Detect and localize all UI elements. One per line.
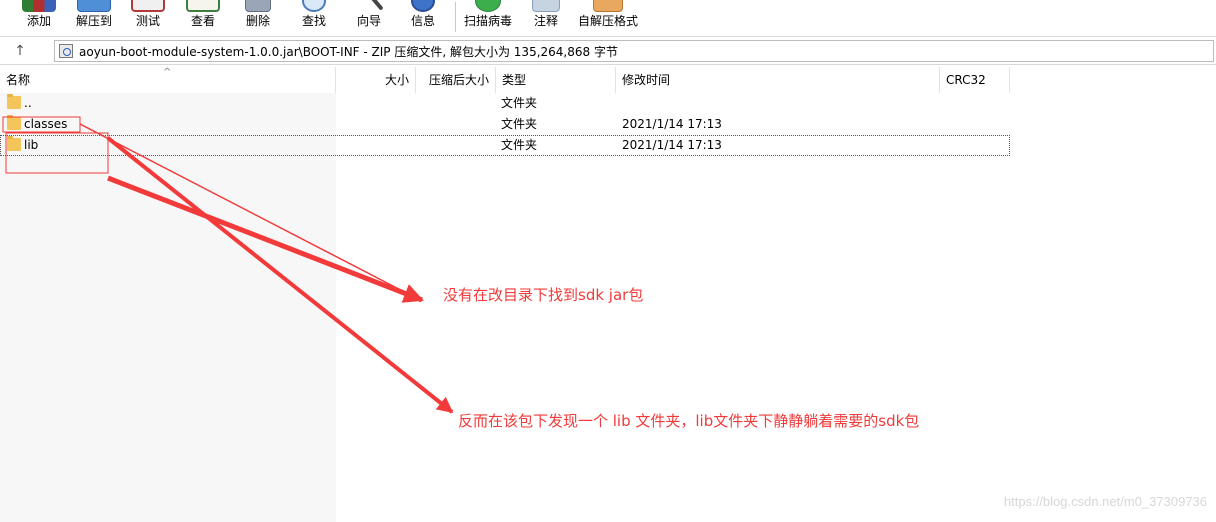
column-crc[interactable]: CRC32 [940, 67, 1010, 93]
column-size-label: 大小 [384, 73, 409, 87]
column-name[interactable]: 名称 ^ [0, 67, 336, 93]
find-button[interactable]: 查找 [296, 0, 332, 34]
test-button-label: 测试 [135, 14, 160, 28]
view-book-icon [186, 0, 220, 12]
info-button-label: 信息 [410, 14, 435, 28]
file-modified: 2021/1/14 17:13 [622, 117, 722, 131]
sort-ascending-icon: ^ [163, 67, 172, 78]
sfx-button-label: 自解压格式 [577, 14, 638, 28]
file-name: classes [24, 117, 68, 131]
watermark: https://blog.csdn.net/m0_37309736 [1003, 494, 1207, 509]
sfx-box-icon [593, 0, 623, 12]
address-bar: ↑ aoyun-boot-module-system-1.0.0.jar\BOO… [0, 36, 1216, 65]
test-icon [131, 0, 165, 12]
add-button-label: 添加 [26, 14, 51, 28]
find-button-label: 查找 [301, 14, 326, 28]
file-type: 文件夹 [501, 138, 538, 152]
sfx-button[interactable]: 自解压格式 [576, 0, 640, 34]
comment-button-label: 注释 [533, 14, 558, 28]
annotation-note-1: 没有在改目录下找到sdk jar包 [443, 286, 644, 304]
address-field[interactable]: aoyun-boot-module-system-1.0.0.jar\BOOT-… [54, 40, 1214, 62]
wizard-button[interactable]: 向导 [350, 0, 388, 34]
column-modified-label: 修改时间 [622, 73, 671, 87]
folder-icon [7, 94, 21, 109]
delete-button-label: 删除 [245, 14, 270, 28]
delete-icon [245, 0, 271, 12]
extract-to-button[interactable]: 解压到 [72, 0, 116, 34]
file-row-lib[interactable]: lib 文件夹 2021/1/14 17:13 [0, 135, 1010, 156]
column-crc-label: CRC32 [946, 73, 986, 87]
test-button[interactable]: 测试 [130, 0, 166, 34]
virus-scan-icon [475, 0, 501, 12]
column-size[interactable]: 大小 [336, 67, 416, 93]
find-magnifier-icon [302, 0, 326, 12]
column-packed-size[interactable]: 压缩后大小 [416, 67, 496, 93]
info-button[interactable]: 信息 [404, 0, 442, 34]
up-folder-button[interactable]: ↑ [8, 40, 32, 62]
folder-icon [7, 136, 21, 151]
column-name-label: 名称 [6, 73, 31, 87]
archive-file-icon [59, 44, 73, 58]
info-icon [411, 0, 435, 12]
file-name: .. [24, 96, 32, 110]
add-archive-icon [22, 0, 56, 12]
file-type: 文件夹 [501, 96, 538, 110]
up-arrow-icon: ↑ [14, 43, 26, 59]
comment-button[interactable]: 注释 [528, 0, 564, 34]
folder-icon [7, 115, 21, 130]
file-row-parent[interactable]: .. 文件夹 [0, 93, 1010, 114]
extract-to-button-label: 解压到 [75, 14, 112, 28]
add-button[interactable]: 添加 [20, 0, 58, 34]
address-path: aoyun-boot-module-system-1.0.0.jar\BOOT-… [79, 45, 618, 59]
delete-button[interactable]: 删除 [240, 0, 276, 34]
annotation-note-2: 反而在该包下发现一个 lib 文件夹，lib文件夹下静静躺着需要的sdk包 [458, 412, 920, 430]
virus-scan-button[interactable]: 扫描病毒 [462, 0, 514, 34]
view-button[interactable]: 查看 [184, 0, 222, 34]
comment-icon [532, 0, 560, 12]
file-name: lib [24, 138, 39, 152]
toolbar-separator [455, 2, 456, 32]
view-button-label: 查看 [190, 14, 215, 28]
column-type-label: 类型 [502, 73, 527, 87]
toolbar: 添加 解压到 测试 查看 删除 查找 向导 信息 扫描病毒 注释 自解压格式 [0, 0, 1216, 34]
file-modified: 2021/1/14 17:13 [622, 138, 722, 152]
wizard-button-label: 向导 [356, 14, 381, 28]
file-row-classes[interactable]: classes 文件夹 2021/1/14 17:13 [0, 114, 1010, 135]
virus-scan-button-label: 扫描病毒 [463, 14, 512, 28]
column-header: 名称 ^ 大小 压缩后大小 类型 修改时间 CRC32 [0, 67, 1216, 93]
column-packed-label: 压缩后大小 [428, 73, 489, 87]
extract-to-icon [77, 0, 111, 12]
file-type: 文件夹 [501, 117, 538, 131]
name-column-background [0, 93, 336, 522]
wizard-wand-icon [366, 0, 384, 11]
column-modified[interactable]: 修改时间 [616, 67, 940, 93]
column-type[interactable]: 类型 [496, 67, 616, 93]
